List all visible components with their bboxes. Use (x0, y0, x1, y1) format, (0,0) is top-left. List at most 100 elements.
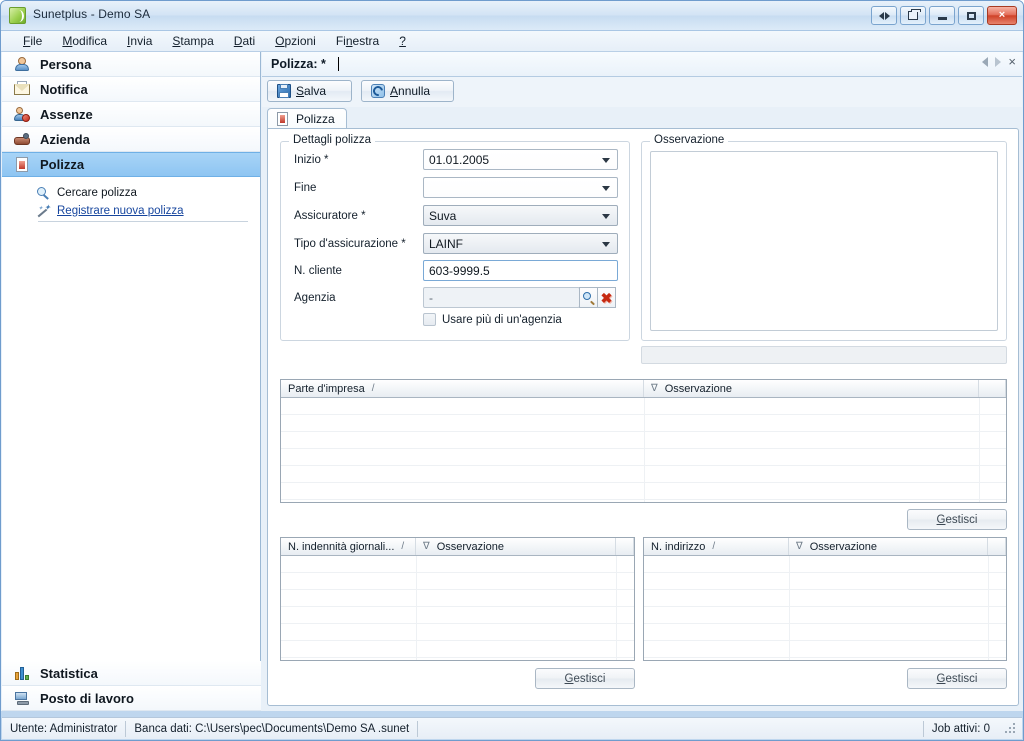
save-button[interactable]: Salva (267, 80, 352, 102)
table-row[interactable] (281, 415, 1006, 432)
table-row[interactable] (281, 573, 634, 590)
table-row[interactable] (281, 398, 1006, 415)
parte-impresa-grid[interactable]: Parte d'impresa / ∇ Osservazione (280, 379, 1007, 503)
sidebar-item-persona[interactable]: Persona (2, 52, 260, 77)
column-header-parte-impresa[interactable]: Parte d'impresa / (281, 380, 644, 397)
table-row[interactable] (281, 556, 634, 573)
table-row[interactable] (644, 607, 1006, 624)
table-row[interactable] (644, 624, 1006, 641)
table-row[interactable] (281, 590, 634, 607)
document-tab-polizza[interactable]: Polizza: * (267, 55, 343, 73)
filter-icon: ∇ (796, 541, 803, 552)
usare-piu-agenzia-row[interactable]: Usare più di un'agenzia (423, 313, 562, 326)
column-header-osservazione[interactable]: ∇ Osservazione (789, 538, 988, 555)
label-tipo-assicurazione-row: Tipo d'assicurazione * (294, 233, 406, 254)
table-row[interactable] (281, 466, 1006, 483)
indirizzo-gestisci-button[interactable]: Gestisci (907, 668, 1007, 689)
agenzia-search-button[interactable] (579, 287, 598, 308)
sidebar-subitem-registrare-nuova-polizza[interactable]: ✦ ✦ Registrare nuova polizza (36, 202, 260, 219)
maximize-button[interactable] (958, 6, 984, 25)
sidebar-item-assenze[interactable]: Assenze (2, 102, 260, 127)
main-content: Polizza: * × Salva Annulla Polizza Detta… (262, 52, 1022, 711)
sidebar-divider (38, 221, 248, 222)
indennita-gestisci-button[interactable]: Gestisci (535, 668, 635, 689)
observation-textarea[interactable] (650, 151, 998, 331)
sidebar-subitem-link[interactable]: Registrare nuova polizza (57, 205, 184, 217)
prev-record-icon[interactable] (982, 57, 989, 67)
column-header-n-indirizzo[interactable]: N. indirizzo / (644, 538, 789, 555)
assicuratore-combo[interactable]: Suva (423, 205, 618, 226)
menu-dati[interactable]: Dati (224, 32, 265, 50)
grid-body (644, 556, 1006, 660)
chevron-down-icon[interactable] (602, 158, 610, 163)
label-tipo-assicurazione: Tipo d'assicurazione * (294, 237, 406, 250)
table-row[interactable] (281, 432, 1006, 449)
usare-piu-agenzia-checkbox[interactable] (423, 313, 436, 326)
tab-polizza[interactable]: Polizza (267, 108, 347, 129)
inizio-date-field[interactable]: 01.01.2005 (423, 149, 618, 170)
assicuratore-value: Suva (429, 208, 457, 223)
clear-icon: ✖ (600, 289, 613, 306)
sidebar-item-posto-di-lavoro[interactable]: Posto di lavoro (2, 686, 261, 711)
sidebar-item-azienda[interactable]: Azienda (2, 127, 260, 152)
body-area: Persona Notifica Assenze Azienda Polizza (1, 52, 1023, 711)
menu-finestra[interactable]: Finestra (326, 32, 389, 50)
maximize-icon (966, 11, 976, 20)
sunet-leaf-icon (9, 7, 26, 24)
table-row[interactable] (644, 641, 1006, 658)
label-agenzia: Agenzia (294, 291, 336, 304)
table-row[interactable] (281, 483, 1006, 500)
menu-opzioni[interactable]: Opzioni (265, 32, 326, 50)
window-title: Sunetplus - Demo SA (33, 7, 151, 21)
agenzia-clear-button[interactable]: ✖ (597, 287, 616, 308)
sidebar-item-notifica[interactable]: Notifica (2, 77, 260, 102)
close-button[interactable]: × (987, 6, 1017, 25)
table-row[interactable] (281, 607, 634, 624)
fine-date-field[interactable] (423, 177, 618, 198)
resize-grip-icon[interactable] (1004, 722, 1018, 736)
switch-windows-icon (878, 11, 890, 20)
column-header-n-indennita[interactable]: N. indennità giornali... / (281, 538, 416, 555)
close-document-icon[interactable]: × (1008, 55, 1016, 68)
next-record-icon[interactable] (995, 57, 1002, 67)
menu-help[interactable]: ? (389, 32, 416, 50)
menu-stampa[interactable]: Stampa (162, 32, 223, 50)
table-row[interactable] (281, 641, 634, 658)
sidebar-item-polizza[interactable]: Polizza (2, 152, 260, 177)
mail-icon (14, 81, 30, 97)
tipo-assicurazione-combo[interactable]: LAINF (423, 233, 618, 254)
inizio-value: 01.01.2005 (429, 152, 490, 167)
sidebar-subitem-cercare-polizza[interactable]: Cercare polizza (36, 184, 260, 201)
person-absence-icon (14, 106, 30, 122)
indirizzo-grid[interactable]: N. indirizzo / ∇ Osservazione (643, 537, 1007, 661)
table-row[interactable] (644, 590, 1006, 607)
column-header-osservazione[interactable]: ∇ Osservazione (416, 538, 616, 555)
chevron-down-icon[interactable] (602, 242, 610, 247)
minimize-button[interactable] (929, 6, 955, 25)
parte-impresa-gestisci-button[interactable]: Gestisci (907, 509, 1007, 530)
table-row[interactable] (281, 624, 634, 641)
sidebar: Persona Notifica Assenze Azienda Polizza (2, 52, 261, 711)
save-button-label: Salva (296, 84, 327, 98)
table-row[interactable] (644, 573, 1006, 590)
restore-button[interactable] (900, 6, 926, 25)
menu-modifica[interactable]: Modifica (52, 32, 117, 50)
switch-windows-button[interactable] (871, 6, 897, 25)
table-row[interactable] (644, 556, 1006, 573)
person-icon (14, 56, 30, 72)
table-row[interactable] (281, 449, 1006, 466)
sidebar-subitem-label: Cercare polizza (57, 186, 137, 199)
minimize-icon (937, 16, 947, 20)
menu-invia[interactable]: Invia (117, 32, 162, 50)
column-header-osservazione[interactable]: ∇ Osservazione (644, 380, 979, 397)
cancel-button[interactable]: Annulla (361, 80, 454, 102)
chevron-down-icon[interactable] (602, 214, 610, 219)
n-cliente-input[interactable]: 603-9999.5 (423, 260, 618, 281)
label-fine: Fine (294, 181, 317, 194)
indennita-giornaliera-grid[interactable]: N. indennità giornali... / ∇ Osservazion… (280, 537, 635, 661)
agenzia-field[interactable]: - (423, 287, 580, 308)
chevron-down-icon[interactable] (602, 186, 610, 191)
menu-file[interactable]: File (13, 32, 52, 50)
cancel-button-label: Annulla (390, 84, 431, 98)
sidebar-item-statistica[interactable]: Statistica (2, 661, 261, 686)
